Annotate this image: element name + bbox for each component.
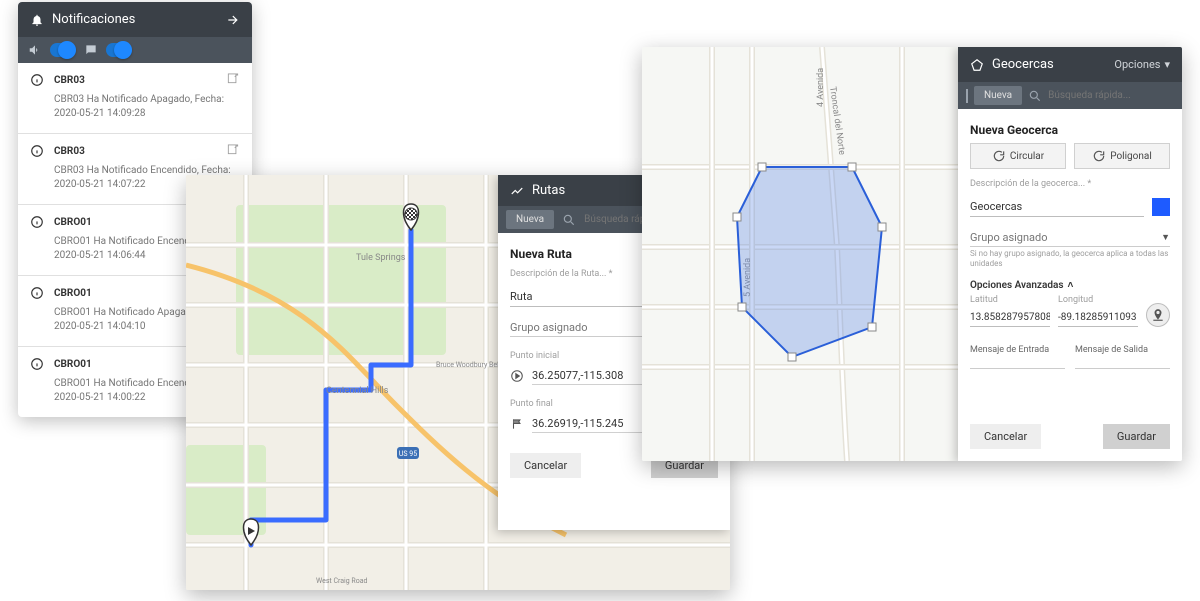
geofence-search-input[interactable] (1048, 90, 1181, 101)
geocercas-section-title: Nueva Geocerca (970, 123, 1170, 137)
msg-out-label: Mensaje de Salida (1075, 345, 1170, 355)
geocercas-searchbar: Nueva (958, 82, 1182, 109)
lat-label: Latitud (970, 295, 1050, 305)
pentagon-icon (970, 58, 984, 72)
new-route-button[interactable]: Nueva (506, 210, 554, 229)
search-icon (562, 213, 576, 227)
notification-code: CBRO01 (54, 359, 92, 370)
info-icon (30, 286, 44, 300)
group-hint: Si no hay grupo asignado, la geocerca ap… (970, 249, 1170, 270)
notifications-title: Notificaciones (52, 12, 226, 27)
geofence-color-swatch[interactable] (1152, 198, 1170, 216)
svg-text:US 95: US 95 (399, 450, 417, 458)
notification-item[interactable]: CBR03 CBR03 Ha Notificado Apagado, Fecha… (18, 63, 252, 133)
chat-icon (84, 43, 98, 57)
new-geofence-button[interactable]: Nueva (974, 86, 1022, 105)
geocercas-actions: Cancelar Guardar (958, 416, 1182, 461)
select-all-checkbox[interactable] (966, 89, 968, 103)
options-menu[interactable]: Opciones▾ (1114, 58, 1170, 71)
chevron-down-icon: ▾ (1164, 58, 1170, 71)
notification-code: CBRO01 (54, 288, 92, 299)
notification-code: CBRO01 (54, 217, 92, 228)
save-button[interactable]: Guardar (1103, 424, 1170, 449)
end-flag-icon (510, 417, 524, 431)
refresh-icon (992, 149, 1006, 163)
msg-in-input[interactable] (970, 355, 1065, 369)
search-icon (1028, 89, 1042, 103)
latitude-input[interactable] (970, 309, 1050, 327)
note-add-icon[interactable] (226, 142, 240, 156)
popup-toggle[interactable] (106, 43, 132, 57)
cancel-button[interactable]: Cancelar (970, 424, 1041, 449)
advanced-options-toggle[interactable]: Opciones Avanzadas ˄ (970, 280, 1170, 291)
note-add-icon[interactable] (226, 71, 240, 85)
route-icon (510, 184, 524, 198)
geo-group-select[interactable]: Grupo asignado ▼ (970, 231, 1170, 247)
notifications-toolbar (18, 37, 252, 63)
geo-desc-label: Descripción de la geocerca... * (970, 179, 1170, 189)
sound-toggle[interactable] (50, 43, 76, 57)
lng-label: Longitud (1058, 295, 1138, 305)
svg-text:West Craig Road: West Craig Road (316, 577, 368, 585)
svg-text:4 Avenida: 4 Avenida (816, 68, 826, 107)
longitude-input[interactable] (1058, 309, 1138, 327)
notification-code: CBR03 (54, 75, 85, 86)
geocercas-panel: Geocercas Opciones▾ Nueva Nueva Geocerca… (958, 47, 1182, 461)
chevron-up-icon: ˄ (1067, 280, 1073, 291)
notification-code: CBR03 (54, 146, 85, 157)
circular-button[interactable]: Circular (970, 143, 1066, 169)
geocercas-form: Nueva Geocerca Circular Poligonal Descri… (958, 109, 1182, 416)
bell-icon (30, 13, 44, 27)
refresh-icon (1092, 149, 1106, 163)
poligonal-button[interactable]: Poligonal (1074, 143, 1170, 169)
volume-icon (28, 43, 42, 57)
geocercas-window: Troncal del Norte 4 Avenida 5 Avenida Ge… (642, 47, 1182, 461)
geocercas-header: Geocercas Opciones▾ (958, 47, 1182, 82)
info-icon (30, 215, 44, 229)
arrow-right-icon[interactable] (226, 13, 240, 27)
cancel-button[interactable]: Cancelar (510, 453, 581, 478)
info-icon (30, 73, 44, 87)
geo-group-label: Grupo asignado (970, 231, 1161, 244)
info-icon (30, 357, 44, 371)
msg-out-input[interactable] (1075, 355, 1170, 369)
geocercas-title: Geocercas (992, 57, 1114, 72)
svg-text:Centennial Hills: Centennial Hills (326, 386, 389, 396)
geofence-desc-input[interactable] (970, 197, 1144, 217)
notification-desc: CBR03 Ha Notificado Apagado, Fecha: 2020… (30, 93, 240, 121)
set-marker-button[interactable] (1146, 303, 1170, 327)
info-icon (30, 144, 44, 158)
start-point-icon (510, 369, 524, 383)
svg-text:Tule Springs: Tule Springs (356, 253, 406, 263)
notifications-header: Notificaciones (18, 2, 252, 37)
msg-in-label: Mensaje de Entrada (970, 345, 1065, 355)
chevron-down-icon: ▼ (1161, 232, 1170, 243)
